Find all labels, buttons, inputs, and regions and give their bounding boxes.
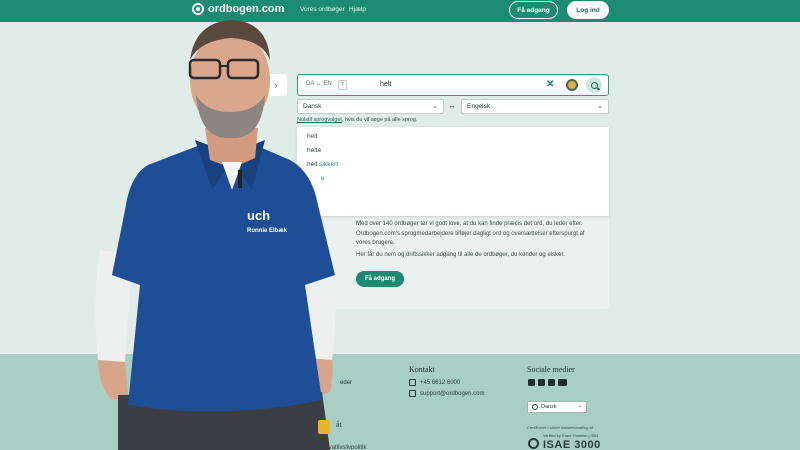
login-button[interactable]: Log ind [567, 1, 609, 19]
youtube-icon[interactable] [558, 379, 567, 386]
target-language-value: Engelsk [467, 103, 491, 110]
email-text: support@ordbogen.com [420, 390, 485, 397]
reset-language-hint: Nulstil sprogvalget, hvis du vil søge på… [297, 117, 417, 123]
sidebar-toggle-button[interactable]: › [265, 74, 287, 96]
contact-email[interactable]: support@ordbogen.com [409, 390, 484, 397]
promo-text-2: Her får du nem og driftssikker adgang ti… [356, 252, 565, 258]
suggestion-text: helt [307, 161, 320, 168]
top-navigation: ordbogen.com Vores ordbøger Hjælp Få adg… [0, 0, 800, 22]
reset-language-link[interactable]: Nulstil sprogvalget [297, 117, 342, 123]
suggestion-highlight: sikkert [319, 161, 339, 168]
social-heading: Sociale medier [527, 365, 575, 374]
search-input[interactable]: helt [380, 81, 391, 88]
chevron-down-icon: ⌄ [432, 103, 438, 110]
contact-heading: Kontakt [409, 365, 435, 374]
suggestion-text: helt [307, 133, 318, 140]
clear-icon[interactable]: ✕ [546, 79, 554, 90]
source-language-value: Dansk [303, 103, 322, 110]
instagram-icon[interactable] [538, 379, 545, 386]
nav-help[interactable]: Hjælp [349, 6, 366, 13]
logo-text: ordbogen.com [208, 3, 285, 15]
suggestions-dropdown: helt helte helt sikkert e [297, 127, 609, 216]
globe-icon[interactable] [566, 79, 578, 91]
certification-name: ISAE 3000 [543, 439, 601, 450]
chevron-down-icon: ⌄ [597, 103, 603, 110]
footer [0, 354, 800, 450]
phone-icon [409, 379, 416, 386]
phone-text: +45 6612 6000 [420, 379, 461, 386]
facebook-icon[interactable] [528, 379, 535, 386]
suggestion-item[interactable]: e [321, 175, 325, 182]
hint-text: , hvis du vil søge på alle sprog. [341, 117, 418, 123]
keyboard-icon[interactable]: T [338, 80, 347, 90]
chevron-down-icon: ⌄ [577, 403, 582, 409]
footer-language-value: Dansk [541, 404, 557, 410]
contact-phone[interactable]: +45 6612 6000 [409, 379, 460, 386]
linkedin-icon[interactable] [548, 379, 555, 386]
suggestion-item[interactable]: helt [307, 133, 317, 140]
footer-heading-fragment: åt [336, 420, 342, 429]
logo-icon [192, 3, 204, 15]
footer-link-fragment[interactable]: eder [340, 380, 352, 386]
language-pair[interactable]: DA ↔ EN [306, 81, 332, 87]
search-button[interactable] [586, 77, 602, 93]
search-box[interactable]: DA ↔ EN T helt ✕ [297, 74, 609, 96]
suggestion-item[interactable]: helt sikkert [307, 161, 338, 168]
source-language-select[interactable]: Dansk ⌄ [297, 99, 444, 114]
certification-note: Certificeret i sikker databehandling af [527, 425, 593, 430]
suggestion-highlight: e [321, 175, 325, 182]
swap-languages-icon[interactable]: ↔ [448, 101, 456, 110]
nav-our-dictionaries[interactable]: Vores ordbøger [300, 6, 345, 13]
certification-verified: Verified by Grant Thornton | ISIN [543, 434, 598, 438]
get-access-button[interactable]: Få adgang [509, 1, 558, 19]
globe-icon [532, 404, 538, 410]
suggestion-text: helte [307, 147, 322, 154]
promo-text-1: Med over 140 ordbøger tør vi godt love, … [356, 221, 585, 246]
cta-get-access-button[interactable]: Få adgang [356, 271, 404, 287]
suggestion-item[interactable]: helte [307, 147, 321, 154]
target-language-select[interactable]: Engelsk ⌄ [461, 99, 609, 114]
grant-thornton-logo-icon [528, 438, 539, 449]
footer-language-select[interactable]: Dansk ⌄ [527, 401, 587, 413]
chevron-right-icon: › [274, 80, 278, 90]
search-icon [590, 81, 598, 89]
site-logo[interactable]: ordbogen.com [192, 3, 284, 15]
mail-icon [409, 390, 416, 397]
footer-link-fragment[interactable]: privatlivslivpolitik [322, 445, 366, 450]
